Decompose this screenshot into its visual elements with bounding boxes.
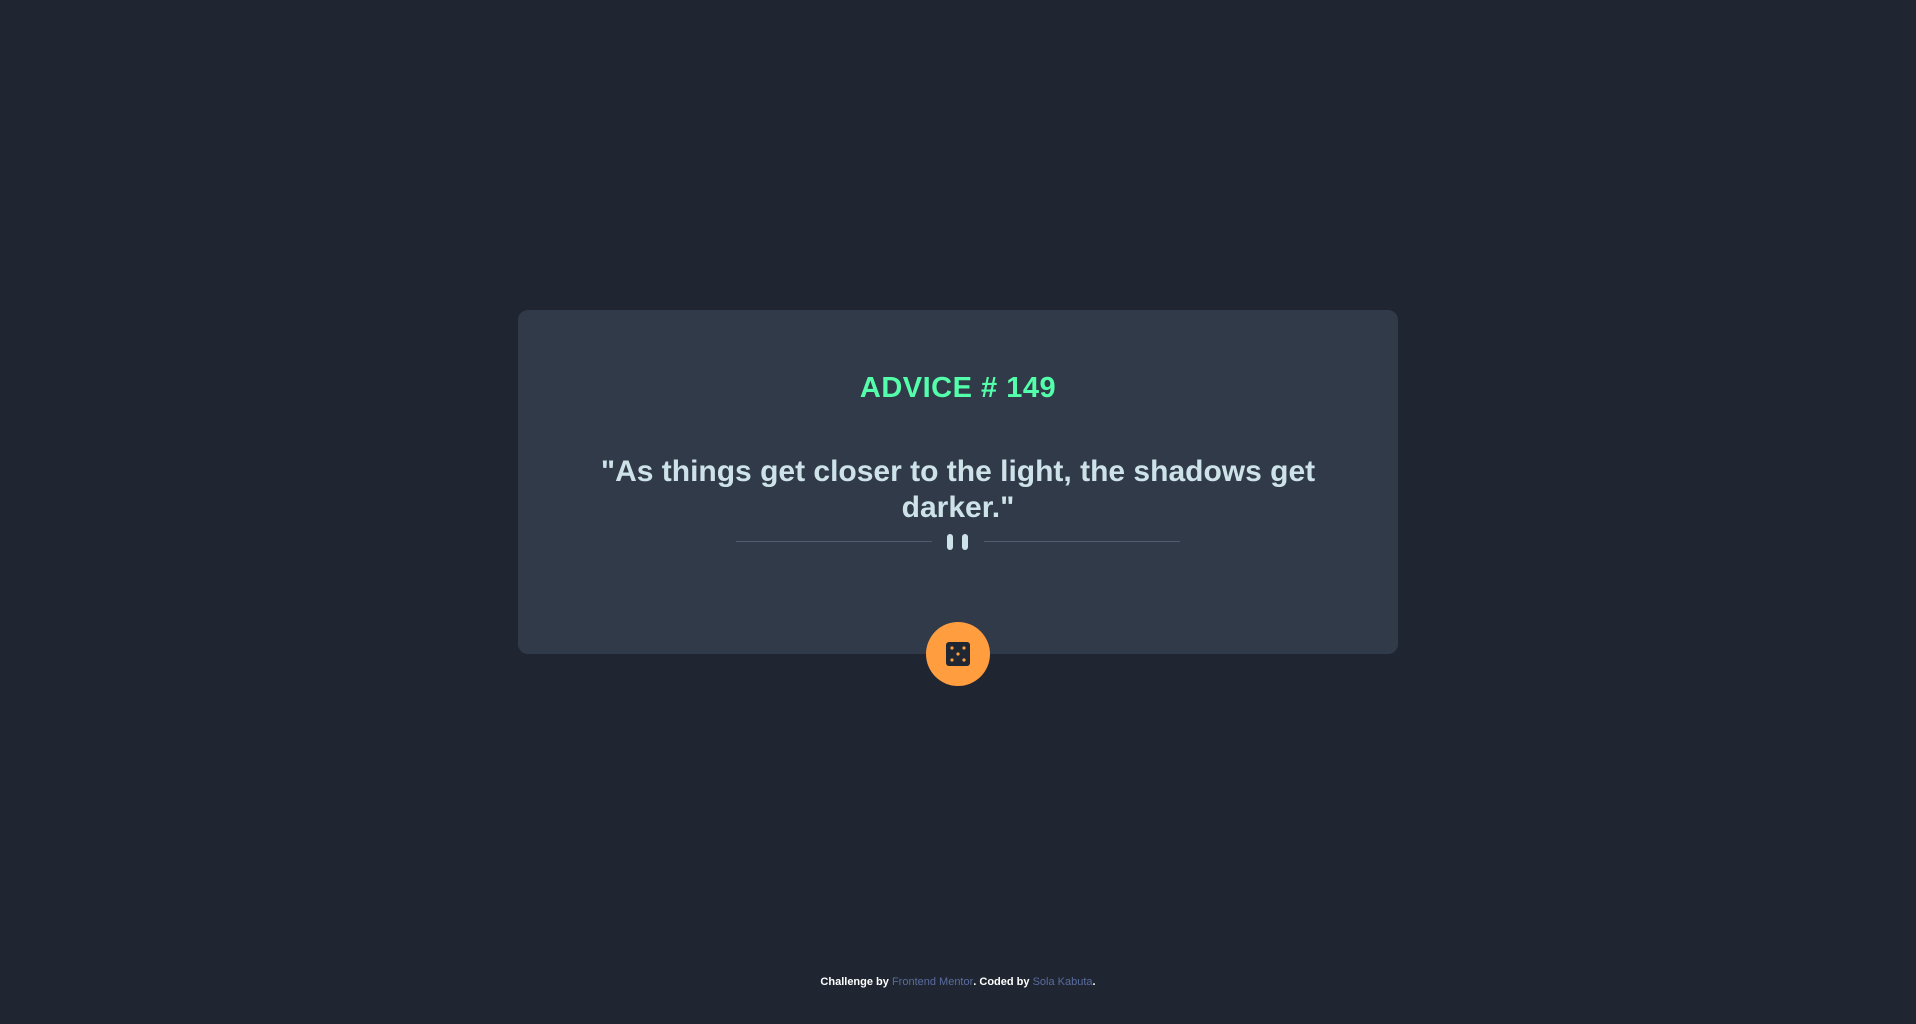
dice-icon (946, 642, 970, 666)
attribution-prefix: Challenge by (820, 976, 892, 988)
author-link[interactable]: Sola Kabuta (1033, 976, 1093, 988)
advice-card: ADVICE # 149 "As things get closer to th… (518, 310, 1398, 654)
frontend-mentor-link[interactable]: Frontend Mentor (892, 976, 973, 988)
divider-line-right (984, 541, 1180, 542)
advice-id: ADVICE # 149 (859, 372, 1057, 404)
attribution: Challenge by Frontend Mentor. Coded by S… (0, 976, 1916, 988)
divider-line-left (736, 541, 932, 542)
pause-icon (947, 534, 969, 550)
page: ADVICE # 149 "As things get closer to th… (0, 0, 1916, 1024)
advice-quote: "As things get closer to the light, the … (600, 455, 1316, 524)
attribution-middle: . Coded by (973, 976, 1033, 988)
divider (736, 532, 1180, 552)
attribution-suffix: . (1092, 976, 1096, 988)
generate-advice-button[interactable] (926, 622, 990, 686)
